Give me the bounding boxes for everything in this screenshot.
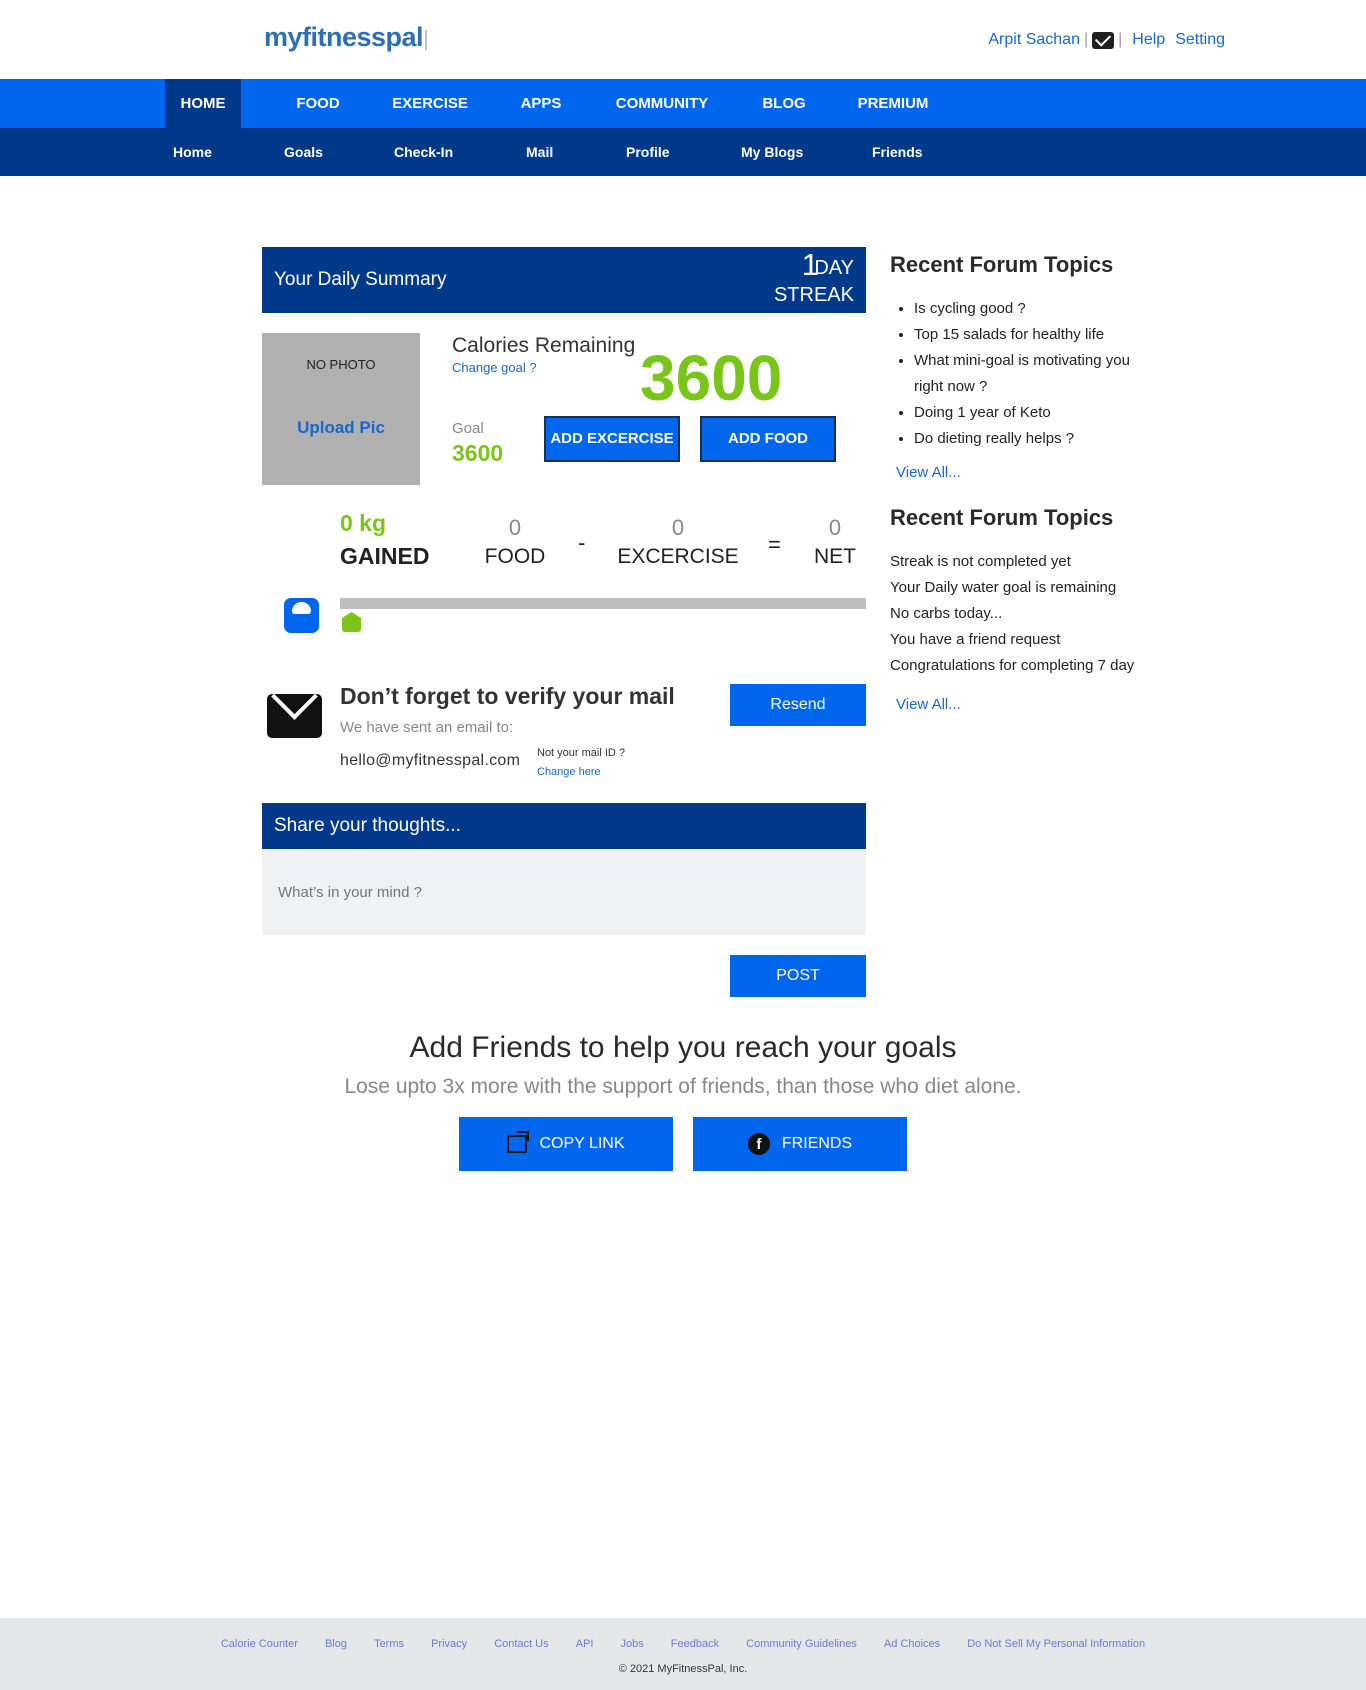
friends-button-label: FRIENDS bbox=[781, 1135, 853, 1152]
minus-operator: - bbox=[578, 530, 586, 555]
add-friends-subtitle: Lose upto 3x more with the support of fr… bbox=[344, 1075, 1022, 1098]
forum-topic-item[interactable]: Doing 1 year of Keto bbox=[914, 400, 1156, 426]
setting-link[interactable]: Setting bbox=[1175, 31, 1225, 49]
change-goal-link[interactable]: Change goal ? bbox=[452, 360, 537, 375]
exercise-calories-label: EXCERCISE bbox=[617, 545, 739, 568]
goal-value: 3600 bbox=[452, 440, 504, 466]
net-calories-value: 0 bbox=[828, 515, 842, 540]
notifications-view-all-link[interactable]: View All... bbox=[896, 696, 961, 713]
forum-view-all-link[interactable]: View All... bbox=[896, 464, 961, 481]
copyright: © 2021 MyFitnessPal, Inc. bbox=[618, 1663, 748, 1675]
scale-icon bbox=[284, 598, 319, 633]
nav-exercise[interactable]: EXERCISE bbox=[390, 79, 470, 128]
nav-food[interactable]: FOOD bbox=[288, 79, 348, 128]
subnav-mail[interactable]: Mail bbox=[526, 128, 553, 176]
copy-link-label: COPY LINK bbox=[539, 1135, 625, 1152]
notification-item[interactable]: Your Daily water goal is remaining bbox=[890, 575, 1180, 601]
notification-item[interactable]: You have a friend request bbox=[890, 627, 1180, 653]
verify-mail-title: Don’t forget to verify your mail bbox=[340, 683, 675, 709]
thoughts-input[interactable] bbox=[262, 849, 866, 935]
logo-text: myfitnesspal bbox=[264, 22, 424, 52]
top-links: Arpit Sachan | | Help Setting bbox=[988, 31, 1225, 49]
add-food-button[interactable]: ADD FOOD bbox=[700, 416, 836, 462]
nav-home[interactable]: HOME bbox=[165, 79, 241, 128]
notifications-title: Recent Forum Topics bbox=[890, 505, 1114, 530]
calories-remaining-value: 3600 bbox=[640, 342, 783, 414]
add-friends-title: Add Friends to help you reach your goals bbox=[409, 1031, 957, 1064]
notification-item[interactable]: No carbs today... bbox=[890, 601, 1180, 627]
resend-button[interactable]: Resend bbox=[730, 684, 866, 726]
exercise-calories-value: 0 bbox=[671, 515, 685, 540]
footer-link-jobs[interactable]: Jobs bbox=[620, 1638, 643, 1650]
streak-day-label: DAY bbox=[814, 257, 854, 279]
share-thoughts-header: Share your thoughts... bbox=[262, 803, 866, 849]
footer: Calorie Counter Blog Terms Privacy Conta… bbox=[0, 1618, 1366, 1690]
help-link[interactable]: Help bbox=[1132, 31, 1165, 49]
footer-link-terms[interactable]: Terms bbox=[374, 1638, 404, 1650]
share-thoughts-title: Share your thoughts... bbox=[274, 815, 461, 836]
recent-forum-topics-title: Recent Forum Topics bbox=[890, 252, 1114, 277]
streak-label: STREAK bbox=[773, 284, 854, 306]
upload-pic-link[interactable]: Upload Pic bbox=[262, 418, 420, 438]
subnav-home[interactable]: Home bbox=[173, 128, 212, 176]
not-your-mail-label: Not your mail ID ? bbox=[537, 747, 626, 759]
footer-link-calorie-counter[interactable]: Calorie Counter bbox=[221, 1638, 298, 1650]
daily-summary-title: Your Daily Summary bbox=[274, 269, 447, 290]
footer-links: Calorie Counter Blog Terms Privacy Conta… bbox=[0, 1638, 1366, 1650]
food-calories-label: FOOD bbox=[484, 545, 546, 568]
forum-topic-item[interactable]: Do dieting really helps ? bbox=[914, 426, 1156, 452]
profile-photo-placeholder: NO PHOTO Upload Pic bbox=[262, 333, 420, 485]
subnav-profile[interactable]: Profile bbox=[626, 128, 670, 176]
daily-summary-header: Your Daily Summary 1 DAY STREAK bbox=[262, 247, 866, 313]
subnav-check-in[interactable]: Check-In bbox=[394, 128, 453, 176]
add-exercise-button[interactable]: ADD EXCERCISE bbox=[544, 416, 680, 462]
notification-item[interactable]: Congratulations for completing 7 day bbox=[890, 653, 1180, 679]
forum-topic-item[interactable]: Top 15 salads for healthy life bbox=[914, 322, 1156, 348]
weight-gained-label: GAINED bbox=[340, 543, 430, 569]
weight-gained-value: 0 kg bbox=[340, 510, 387, 536]
footer-link-feedback[interactable]: Feedback bbox=[671, 1638, 719, 1650]
goal-label: Goal bbox=[452, 420, 484, 437]
nav-blog[interactable]: BLOG bbox=[758, 79, 810, 128]
notification-item[interactable]: Streak is not completed yet bbox=[890, 549, 1180, 575]
no-photo-label: NO PHOTO bbox=[306, 357, 376, 372]
weight-progress-marker[interactable] bbox=[342, 612, 361, 632]
sub-nav: Home Goals Check-In Mail Profile My Blog… bbox=[0, 128, 1366, 176]
net-calories-label: NET bbox=[814, 545, 856, 568]
food-calories-value: 0 bbox=[508, 515, 522, 540]
footer-link-api[interactable]: API bbox=[576, 1638, 594, 1650]
envelope-icon bbox=[267, 694, 322, 738]
verify-email-address: hello@myfitnesspal.com bbox=[340, 752, 521, 769]
subnav-friends[interactable]: Friends bbox=[872, 128, 923, 176]
user-name-link[interactable]: Arpit Sachan bbox=[988, 31, 1080, 49]
main-nav: HOME FOOD EXERCISE APPS COMMUNITY BLOG P… bbox=[0, 79, 1366, 128]
nav-premium[interactable]: PREMIUM bbox=[853, 79, 933, 128]
weight-progress-track bbox=[340, 598, 866, 609]
notifications-list: Streak is not completed yet Your Daily w… bbox=[890, 549, 1180, 679]
facebook-icon: f bbox=[747, 1132, 770, 1155]
logo[interactable]: myfitnesspal| bbox=[264, 22, 429, 53]
nav-community[interactable]: COMMUNITY bbox=[612, 79, 712, 128]
forum-topic-item[interactable]: What mini-goal is motivating you right n… bbox=[914, 348, 1156, 400]
post-button[interactable]: POST bbox=[730, 955, 866, 997]
footer-link-community-guidelines[interactable]: Community Guidelines bbox=[746, 1638, 857, 1650]
forum-topics-list: Is cycling good ? Top 15 salads for heal… bbox=[906, 296, 1156, 452]
share-icon bbox=[507, 1130, 530, 1153]
subnav-goals[interactable]: Goals bbox=[284, 128, 323, 176]
footer-link-do-not-sell[interactable]: Do Not Sell My Personal Information bbox=[967, 1638, 1145, 1650]
forum-topic-item[interactable]: Is cycling good ? bbox=[914, 296, 1156, 322]
copy-link-button[interactable]: COPY LINK bbox=[459, 1117, 673, 1171]
change-email-link[interactable]: Change here bbox=[537, 766, 601, 778]
footer-link-privacy[interactable]: Privacy bbox=[431, 1638, 467, 1650]
calories-remaining-label: Calories Remaining bbox=[452, 334, 636, 357]
equals-operator: = bbox=[768, 532, 781, 557]
subnav-my-blogs[interactable]: My Blogs bbox=[741, 128, 803, 176]
nav-apps[interactable]: APPS bbox=[513, 79, 569, 128]
footer-link-blog[interactable]: Blog bbox=[325, 1638, 347, 1650]
footer-link-ad-choices[interactable]: Ad Choices bbox=[884, 1638, 940, 1650]
footer-link-contact-us[interactable]: Contact Us bbox=[494, 1638, 548, 1650]
mail-icon[interactable] bbox=[1092, 31, 1115, 49]
verify-mail-subtitle: We have sent an email to: bbox=[340, 719, 514, 736]
facebook-friends-button[interactable]: f FRIENDS bbox=[693, 1117, 907, 1171]
